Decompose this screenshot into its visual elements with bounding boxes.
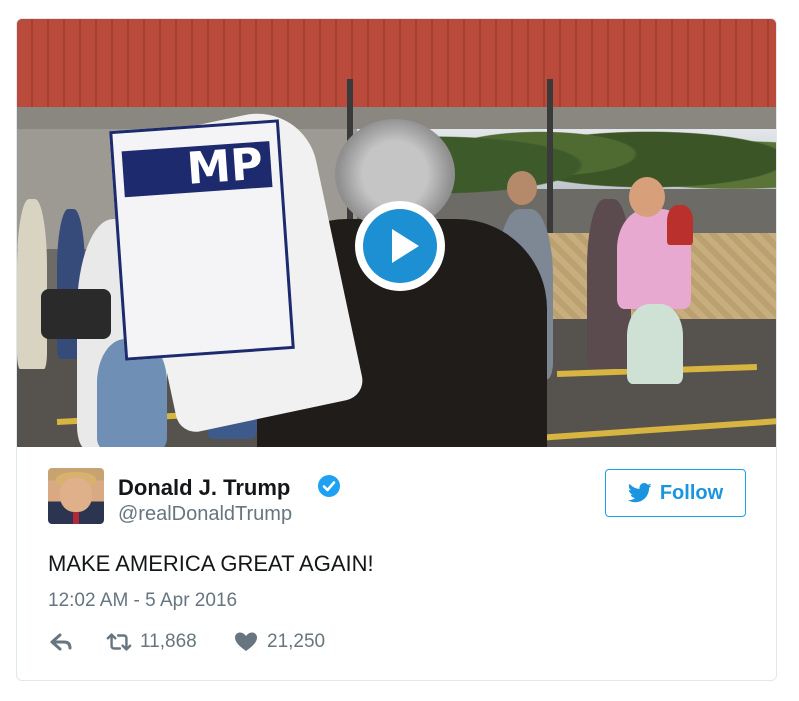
retweet-icon <box>106 633 132 651</box>
reply-icon <box>50 633 72 651</box>
author-name[interactable]: Donald J. Trump <box>118 475 290 501</box>
play-icon <box>392 229 419 263</box>
like-button[interactable]: 21,250 <box>233 630 325 654</box>
embedded-tweet-card: MP Donald J. Trump @realDonaldTrump Foll… <box>16 18 777 681</box>
play-button[interactable] <box>355 201 445 291</box>
retweet-button[interactable]: 11,868 <box>106 630 197 654</box>
author-handle[interactable]: @realDonaldTrump <box>118 503 292 526</box>
video-thumbnail[interactable]: MP <box>17 19 776 447</box>
like-count: 21,250 <box>267 631 326 652</box>
avatar[interactable] <box>48 468 104 524</box>
twitter-bird-icon <box>627 483 652 503</box>
tweet-text: MAKE AMERICA GREAT AGAIN! <box>48 551 374 576</box>
follow-label: Follow <box>659 481 724 504</box>
retweet-count: 11,868 <box>140 631 197 652</box>
verified-badge-icon <box>318 475 340 497</box>
heart-icon <box>235 632 257 651</box>
campaign-sign: MP <box>109 119 295 361</box>
follow-button[interactable]: Follow <box>605 469 746 517</box>
tweet-timestamp[interactable]: 12:02 AM - 5 Apr 2016 <box>48 590 237 612</box>
reply-button[interactable] <box>48 630 74 654</box>
